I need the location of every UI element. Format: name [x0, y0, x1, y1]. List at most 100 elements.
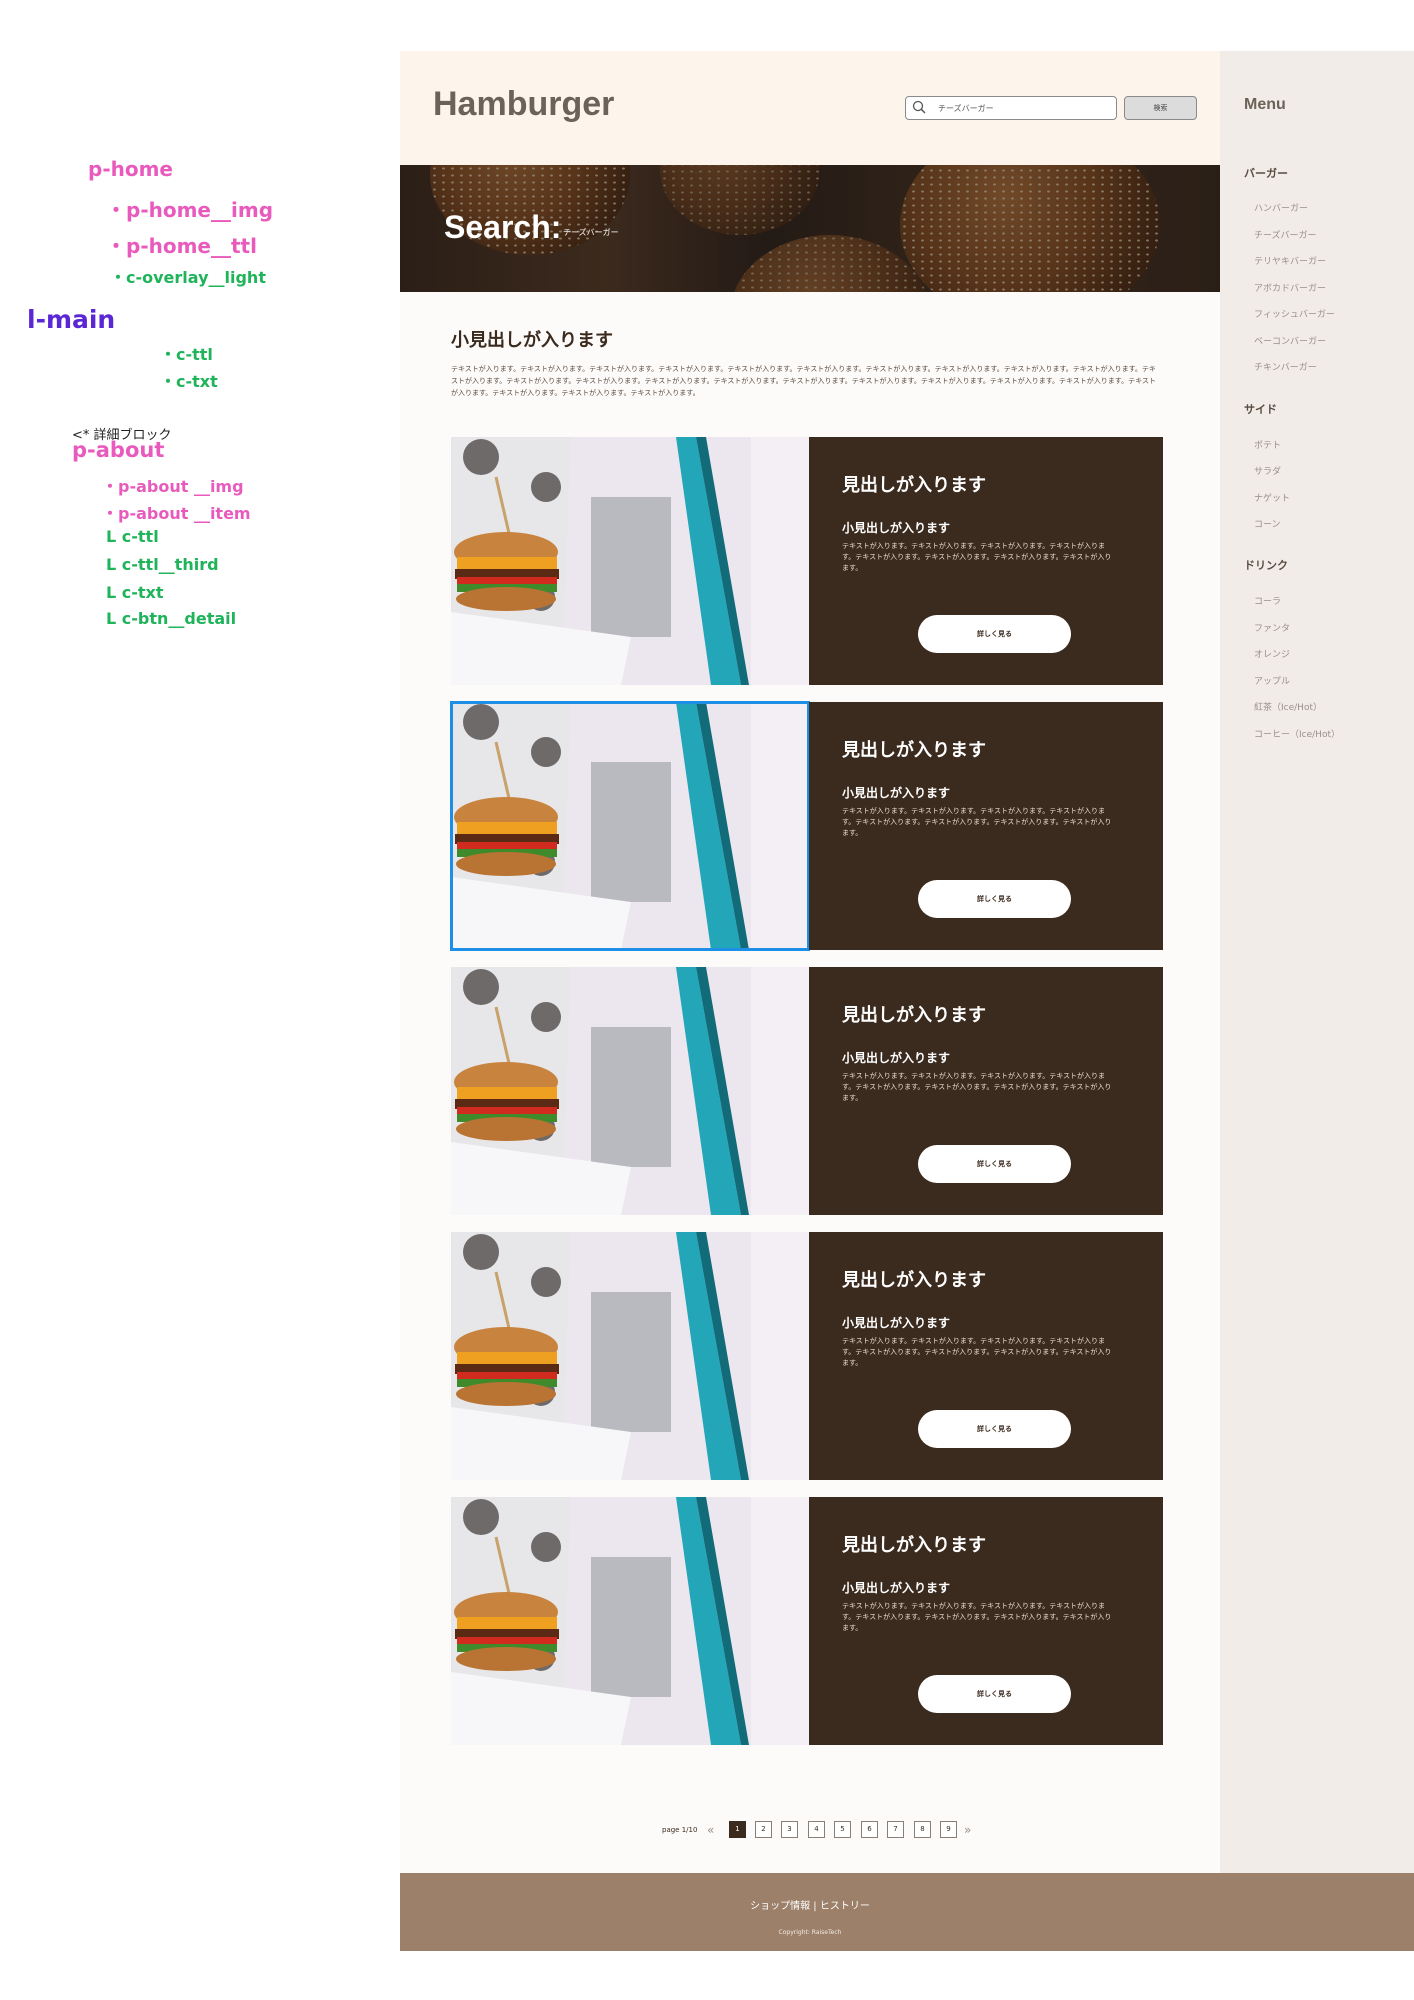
- detail-button[interactable]: 詳しく見る: [918, 1145, 1071, 1183]
- card-heading: 見出しが入ります: [842, 475, 986, 496]
- menu-item[interactable]: フィッシュバーガー: [1254, 307, 1335, 320]
- main-column: Hamburger チーズバーガー 検索 Search: チーズバーガー 小見出…: [400, 51, 1220, 1951]
- page-link-3[interactable]: 3: [781, 1821, 798, 1838]
- burger-photo: [451, 1497, 809, 1745]
- annotation-l-c-ttl: L c-ttl: [106, 527, 159, 546]
- card-subheading: 小見出しが入ります: [842, 1051, 951, 1065]
- search-icon: [912, 100, 926, 114]
- page-link-6[interactable]: 6: [861, 1821, 878, 1838]
- card-text: テキストが入ります。テキストが入ります。テキストが入ります。テキストが入ります。…: [842, 1337, 1112, 1367]
- menu-category-side: サイド: [1244, 403, 1277, 416]
- about-item: 見出しが入ります 小見出しが入ります テキストが入ります。テキストが入ります。テ…: [451, 1232, 1163, 1480]
- about-item: 見出しが入ります 小見出しが入ります テキストが入ります。テキストが入ります。テ…: [450, 701, 1163, 951]
- search-input[interactable]: チーズバーガー: [905, 96, 1117, 120]
- detail-button[interactable]: 詳しく見る: [918, 1675, 1071, 1713]
- menu-item[interactable]: コーヒー（Ice/Hot）: [1254, 727, 1340, 740]
- footer-links[interactable]: ショップ情報 | ヒストリー: [400, 1897, 1220, 1912]
- menu-item[interactable]: アップル: [1254, 674, 1290, 687]
- page-link-4[interactable]: 4: [808, 1821, 825, 1838]
- detail-button[interactable]: 詳しく見る: [918, 1410, 1071, 1448]
- menu-item[interactable]: チキンバーガー: [1254, 360, 1317, 373]
- menu-item[interactable]: テリヤキバーガー: [1254, 254, 1326, 267]
- search-input-value: チーズバーガー: [938, 104, 994, 113]
- menu-item[interactable]: サラダ: [1254, 464, 1281, 477]
- page-link-7[interactable]: 7: [887, 1821, 904, 1838]
- menu-item[interactable]: ハンバーガー: [1254, 201, 1308, 214]
- burger-photo: [450, 701, 810, 951]
- annotation-p-about: p-about: [72, 438, 165, 462]
- card-text: テキストが入ります。テキストが入ります。テキストが入ります。テキストが入ります。…: [842, 1072, 1112, 1102]
- card-subheading: 小見出しが入ります: [842, 1316, 951, 1330]
- page-link-8[interactable]: 8: [914, 1821, 931, 1838]
- about-panel: 見出しが入ります 小見出しが入ります テキストが入ります。テキストが入ります。テ…: [809, 1232, 1163, 1480]
- card-subheading: 小見出しが入ります: [842, 1581, 951, 1595]
- menu-category-burger: バーガー: [1244, 167, 1288, 180]
- detail-button[interactable]: 詳しく見る: [918, 615, 1071, 653]
- card-text: テキストが入ります。テキストが入ります。テキストが入ります。テキストが入ります。…: [842, 542, 1112, 572]
- about-panel: 見出しが入ります 小見出しが入ります テキストが入ります。テキストが入ります。テ…: [809, 437, 1163, 685]
- about-item: 見出しが入ります 小見出しが入ります テキストが入ります。テキストが入ります。テ…: [451, 437, 1163, 685]
- card-heading: 見出しが入ります: [842, 740, 986, 761]
- hero-query: チーズバーガー: [563, 228, 619, 237]
- about-item: 見出しが入ります 小見出しが入ります テキストが入ります。テキストが入ります。テ…: [451, 967, 1163, 1215]
- next-page-icon[interactable]: »: [964, 1823, 971, 1837]
- burger-photo: [451, 967, 809, 1215]
- detail-button[interactable]: 詳しく見る: [918, 880, 1071, 918]
- annotation-p-about-img: ・p-about __img: [102, 477, 244, 496]
- annotation-l-c-btn-detail: L c-btn__detail: [106, 609, 237, 628]
- page-link-1[interactable]: 1: [729, 1821, 746, 1838]
- hero-title: Search:: [444, 209, 562, 245]
- annotation-p-about-item: ・p-about __item: [102, 504, 251, 523]
- prev-page-icon[interactable]: «: [707, 1823, 714, 1837]
- search-button[interactable]: 検索: [1124, 96, 1197, 120]
- hero-banner: Search: チーズバーガー: [400, 165, 1220, 292]
- burger-photo: [451, 437, 809, 685]
- copyright: Copyright: RaiseTech: [778, 1929, 842, 1936]
- menu-item[interactable]: 紅茶（Ice/Hot）: [1254, 700, 1322, 713]
- menu-item[interactable]: ファンタ: [1254, 621, 1290, 634]
- annotation-l-c-txt: L c-txt: [106, 583, 164, 602]
- site-footer: ショップ情報 | ヒストリー Copyright: RaiseTech: [400, 1873, 1414, 1951]
- page-indicator: page 1/10: [662, 1826, 698, 1834]
- menu-item[interactable]: コーラ: [1254, 594, 1281, 607]
- menu-item[interactable]: コーン: [1254, 517, 1281, 530]
- menu-category-drink: ドリンク: [1244, 559, 1288, 572]
- page-link-9[interactable]: 9: [940, 1821, 957, 1838]
- about-panel: 見出しが入ります 小見出しが入ります テキストが入ります。テキストが入ります。テ…: [809, 1497, 1163, 1745]
- annotation-c-ttl: ・c-ttl: [160, 345, 213, 364]
- annotation-c-txt: ・c-txt: [160, 372, 218, 391]
- annotation-l-c-ttl-third: L c-ttl__third: [106, 555, 219, 574]
- sidebar-menu: Menu バーガー ハンバーガー チーズバーガー テリヤキバーガー アボカドバー…: [1220, 51, 1414, 1873]
- site-logo[interactable]: Hamburger: [433, 85, 614, 124]
- card-text: テキストが入ります。テキストが入ります。テキストが入ります。テキストが入ります。…: [842, 807, 1112, 837]
- menu-item[interactable]: アボカドバーガー: [1254, 281, 1326, 294]
- annotation-l-main: l-main: [27, 305, 116, 334]
- card-heading: 見出しが入ります: [842, 1270, 986, 1291]
- section-title: 小見出しが入ります: [451, 330, 613, 351]
- about-item: 見出しが入ります 小見出しが入ります テキストが入ります。テキストが入ります。テ…: [451, 1497, 1163, 1745]
- card-text: テキストが入ります。テキストが入ります。テキストが入ります。テキストが入ります。…: [842, 1602, 1112, 1632]
- card-heading: 見出しが入ります: [842, 1005, 986, 1026]
- page-link-2[interactable]: 2: [755, 1821, 772, 1838]
- page-frame: Hamburger チーズバーガー 検索 Search: チーズバーガー 小見出…: [400, 51, 1414, 1951]
- about-panel: 見出しが入ります 小見出しが入ります テキストが入ります。テキストが入ります。テ…: [809, 967, 1163, 1215]
- card-subheading: 小見出しが入ります: [842, 786, 951, 800]
- annotation-p-home-ttl: ・p-home__ttl: [106, 234, 257, 258]
- card-subheading: 小見出しが入ります: [842, 521, 951, 535]
- menu-item[interactable]: ポテト: [1254, 438, 1281, 451]
- menu-item[interactable]: ナゲット: [1254, 491, 1290, 504]
- site-header: Hamburger チーズバーガー 検索: [400, 51, 1220, 165]
- annotation-p-home-img: ・p-home__img: [106, 198, 274, 222]
- menu-item[interactable]: ベーコンバーガー: [1254, 334, 1326, 347]
- annotation-p-home: p-home: [88, 157, 173, 181]
- about-panel: 見出しが入ります 小見出しが入ります テキストが入ります。テキストが入ります。テ…: [809, 702, 1163, 950]
- card-heading: 見出しが入ります: [842, 1535, 986, 1556]
- menu-item[interactable]: オレンジ: [1254, 647, 1290, 660]
- page-link-5[interactable]: 5: [834, 1821, 851, 1838]
- annotation-c-overlay-light: ・c-overlay__light: [110, 268, 266, 287]
- section-text: テキストが入ります。テキストが入ります。テキストが入ります。テキストが入ります。…: [451, 365, 1156, 397]
- menu-item[interactable]: チーズバーガー: [1254, 228, 1317, 241]
- menu-title: Menu: [1244, 96, 1286, 113]
- pagination: page 1/10 « 1 2 3 4 5 6 7 8 9 »: [400, 1821, 1220, 1841]
- burger-photo: [451, 1232, 809, 1480]
